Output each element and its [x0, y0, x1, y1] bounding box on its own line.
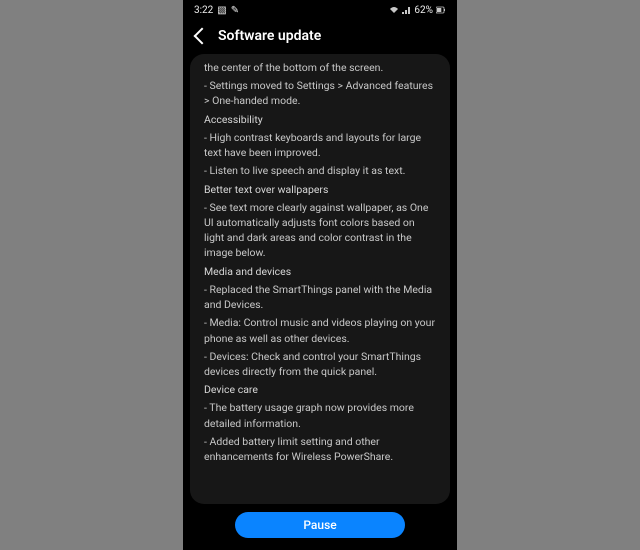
status-time: 3:22	[194, 6, 213, 16]
notes-line: - High contrast keyboards and layouts fo…	[204, 130, 436, 160]
title-bar: Software update	[184, 22, 456, 54]
section-title: Device care	[204, 382, 436, 397]
release-notes-scroll[interactable]: the center of the bottom of the screen. …	[190, 54, 450, 477]
bottom-bar: Pause	[184, 504, 456, 550]
notes-line: - See text more clearly against wallpape…	[204, 200, 436, 261]
chevron-left-icon	[194, 28, 211, 45]
section-title: Better text over wallpapers	[204, 182, 436, 197]
notes-line: the center of the bottom of the screen.	[204, 60, 436, 75]
notes-line: - The battery usage graph now provides m…	[204, 400, 436, 430]
release-notes-card: the center of the bottom of the screen. …	[190, 54, 450, 504]
battery-icon	[436, 6, 446, 17]
image-icon: ▧	[217, 6, 226, 16]
section-title: Media and devices	[204, 264, 436, 279]
notes-line: - Settings moved to Settings > Advanced …	[204, 78, 436, 108]
wifi-icon	[389, 6, 399, 17]
pause-button[interactable]: Pause	[235, 512, 405, 538]
status-right: 62%	[389, 6, 446, 17]
status-left: 3:22 ▧ ✎	[194, 6, 239, 16]
notes-line: - Listen to live speech and display it a…	[204, 163, 436, 178]
notes-line: - Media: Control music and videos playin…	[204, 315, 436, 345]
notes-line: - Devices: Check and control your SmartT…	[204, 349, 436, 379]
edit-icon: ✎	[231, 6, 239, 16]
back-button[interactable]	[196, 30, 208, 42]
section-title: Accessibility	[204, 112, 436, 127]
phone-frame: 3:22 ▧ ✎ 62% Software update the center …	[184, 0, 456, 550]
battery-text: 62%	[414, 6, 433, 16]
status-bar: 3:22 ▧ ✎ 62%	[184, 0, 456, 22]
signal-icon	[402, 6, 411, 17]
page-title: Software update	[218, 28, 321, 44]
notes-line: - Replaced the SmartThings panel with th…	[204, 282, 436, 312]
notes-line: - Added battery limit setting and other …	[204, 434, 436, 464]
pause-button-label: Pause	[303, 518, 336, 532]
